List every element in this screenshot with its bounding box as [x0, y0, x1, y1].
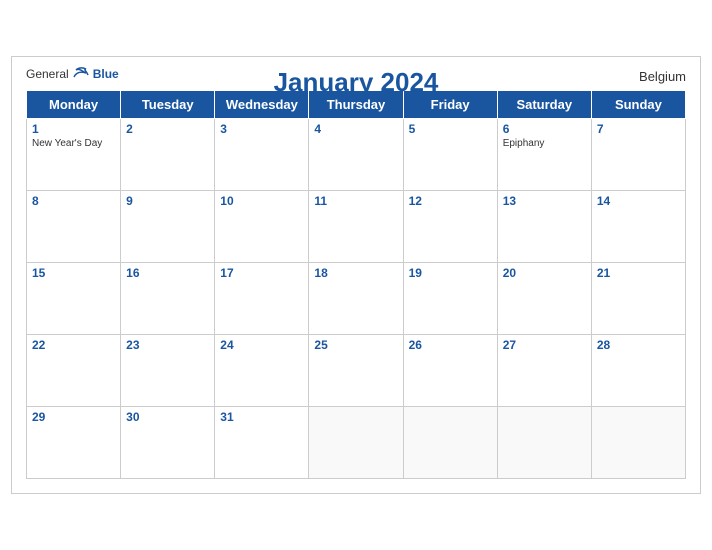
calendar-day-cell: 17: [215, 263, 309, 335]
logo-area: General Blue: [26, 67, 119, 81]
calendar-day-cell: 23: [121, 335, 215, 407]
day-number: 30: [126, 410, 209, 424]
day-number: 23: [126, 338, 209, 352]
day-number: 2: [126, 122, 209, 136]
logo-text: General Blue: [26, 67, 119, 81]
calendar-day-cell: 24: [215, 335, 309, 407]
calendar-day-cell: 19: [403, 263, 497, 335]
calendar-week-row: 15 16 17 18 19 20 21: [27, 263, 686, 335]
calendar-day-cell: 10: [215, 191, 309, 263]
day-number: 17: [220, 266, 303, 280]
calendar-day-cell: 2: [121, 119, 215, 191]
calendar-day-cell: 21: [591, 263, 685, 335]
calendar-day-cell: 8: [27, 191, 121, 263]
day-number: 24: [220, 338, 303, 352]
calendar-day-cell: 5: [403, 119, 497, 191]
day-number: 28: [597, 338, 680, 352]
calendar-week-row: 29 30 31: [27, 407, 686, 479]
day-number: 5: [409, 122, 492, 136]
calendar-day-cell: 20: [497, 263, 591, 335]
calendar-day-cell: [403, 407, 497, 479]
day-number: 21: [597, 266, 680, 280]
calendar-title: January 2024: [274, 67, 439, 98]
day-number: 6: [503, 122, 586, 136]
calendar-day-cell: 4: [309, 119, 403, 191]
calendar-day-cell: 6 Epiphany: [497, 119, 591, 191]
calendar-week-row: 89 10 11 12 13 14: [27, 191, 686, 263]
calendar-day-cell: 13: [497, 191, 591, 263]
day-number: 11: [314, 194, 397, 208]
day-number: 4: [314, 122, 397, 136]
holiday-name: New Year's Day: [32, 138, 115, 149]
day-number: 7: [597, 122, 680, 136]
day-number: 26: [409, 338, 492, 352]
calendar-day-cell: 16: [121, 263, 215, 335]
header-tuesday: Tuesday: [121, 91, 215, 119]
calendar-week-row: 1 New Year's Day 23456 Epiphany 7: [27, 119, 686, 191]
calendar-day-cell: 27: [497, 335, 591, 407]
calendar-day-cell: 7: [591, 119, 685, 191]
header-monday: Monday: [27, 91, 121, 119]
day-number: 15: [32, 266, 115, 280]
day-number: 12: [409, 194, 492, 208]
day-number: 1: [32, 122, 115, 136]
calendar-day-cell: 12: [403, 191, 497, 263]
calendar-day-cell: 14: [591, 191, 685, 263]
calendar-day-cell: 26: [403, 335, 497, 407]
day-number: 29: [32, 410, 115, 424]
calendar-day-cell: 31: [215, 407, 309, 479]
day-number: 22: [32, 338, 115, 352]
day-number: 20: [503, 266, 586, 280]
day-number: 31: [220, 410, 303, 424]
calendar-day-cell: 3: [215, 119, 309, 191]
calendar-month-year: January 2024: [274, 67, 439, 98]
day-number: 14: [597, 194, 680, 208]
day-number: 10: [220, 194, 303, 208]
calendar-table: Monday Tuesday Wednesday Thursday Friday…: [26, 90, 686, 479]
calendar-day-cell: [309, 407, 403, 479]
calendar-day-cell: [591, 407, 685, 479]
country-label: Belgium: [639, 67, 686, 84]
calendar-day-cell: 18: [309, 263, 403, 335]
day-number: 27: [503, 338, 586, 352]
logo-general-text: General: [26, 67, 69, 81]
day-number: 3: [220, 122, 303, 136]
calendar-container: General Blue January 2024 Belgium Monday…: [11, 56, 701, 494]
calendar-week-row: 22 23 24 25 26 27 28: [27, 335, 686, 407]
day-number: 9: [126, 194, 209, 208]
calendar-day-cell: 29: [27, 407, 121, 479]
calendar-header: General Blue January 2024 Belgium: [26, 67, 686, 84]
calendar-day-cell: 22: [27, 335, 121, 407]
day-number: 18: [314, 266, 397, 280]
calendar-day-cell: 30: [121, 407, 215, 479]
calendar-day-cell: 11: [309, 191, 403, 263]
calendar-day-cell: 15: [27, 263, 121, 335]
day-number: 25: [314, 338, 397, 352]
day-number: 16: [126, 266, 209, 280]
calendar-day-cell: 9: [121, 191, 215, 263]
holiday-name: Epiphany: [503, 138, 586, 149]
header-sunday: Sunday: [591, 91, 685, 119]
header-saturday: Saturday: [497, 91, 591, 119]
day-number: 8: [32, 194, 115, 208]
logo-blue-text: Blue: [93, 67, 119, 81]
logo-bird-icon: [72, 67, 90, 81]
calendar-day-cell: 1 New Year's Day: [27, 119, 121, 191]
calendar-day-cell: 25: [309, 335, 403, 407]
day-number: 13: [503, 194, 586, 208]
calendar-day-cell: 28: [591, 335, 685, 407]
day-number: 19: [409, 266, 492, 280]
calendar-day-cell: [497, 407, 591, 479]
